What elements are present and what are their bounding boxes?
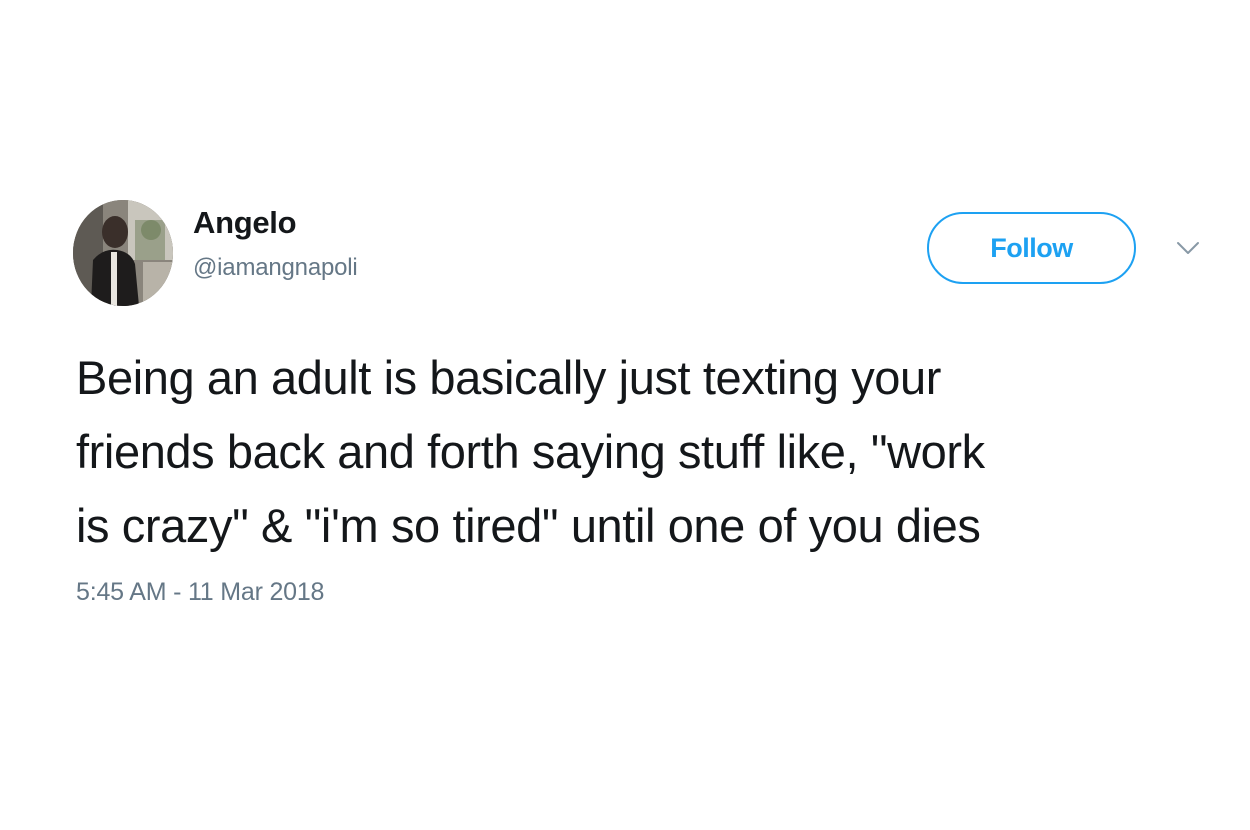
tweet-text-line: Being an adult is basically just texting…: [76, 351, 942, 404]
tweet-timestamp[interactable]: 5:45 AM - 11 Mar 2018: [76, 580, 324, 605]
tweet-text-line: friends back and forth saying stuff like…: [76, 425, 985, 478]
chevron-down-icon[interactable]: [1174, 236, 1202, 260]
profile-photo: [73, 200, 173, 306]
follow-button[interactable]: Follow: [927, 212, 1136, 284]
avatar[interactable]: [73, 200, 173, 306]
tweet-text-line: is crazy" & "i'm so tired" until one of …: [76, 499, 981, 552]
tweet-card: Angelo @iamangnapoli Follow Being an adu…: [0, 0, 1250, 830]
display-name[interactable]: Angelo: [193, 207, 297, 238]
tweet-text: Being an adult is basically just texting…: [76, 341, 1236, 563]
user-handle[interactable]: @iamangnapoli: [193, 256, 358, 280]
